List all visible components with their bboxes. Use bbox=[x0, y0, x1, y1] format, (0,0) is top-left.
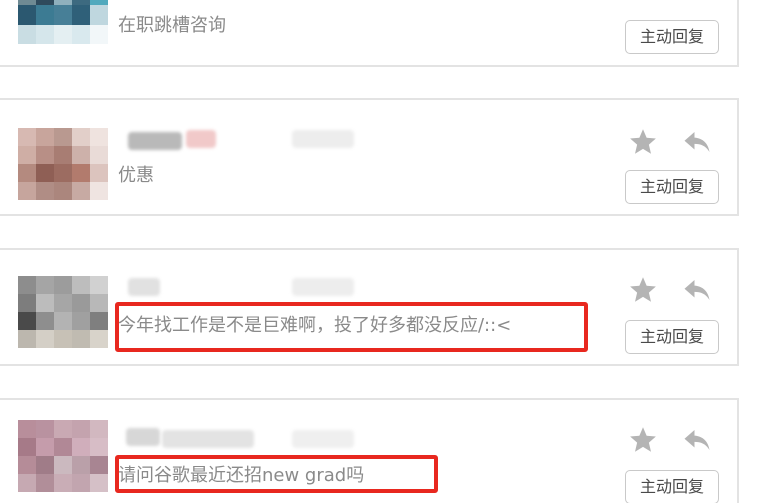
conversation-card[interactable]: 请问谷歌最近还招new grad吗 主动回复 bbox=[0, 398, 739, 503]
conversation-card[interactable]: 优惠 主动回复 bbox=[0, 98, 739, 216]
star-icon[interactable] bbox=[628, 127, 658, 157]
avatar bbox=[18, 276, 108, 348]
blurred-username bbox=[162, 430, 254, 448]
active-reply-button[interactable]: 主动回复 bbox=[625, 170, 719, 204]
active-reply-button[interactable]: 主动回复 bbox=[625, 470, 719, 503]
reply-arrow-icon[interactable] bbox=[681, 425, 713, 455]
avatar bbox=[18, 420, 108, 492]
blurred-username bbox=[186, 130, 216, 148]
avatar bbox=[18, 128, 108, 200]
message-text: 在职跳槽咨询 bbox=[118, 15, 226, 36]
star-icon[interactable] bbox=[628, 275, 658, 305]
blurred-username bbox=[128, 278, 160, 296]
star-icon[interactable] bbox=[628, 425, 658, 455]
message-text: 优惠 bbox=[118, 165, 154, 186]
reply-arrow-icon[interactable] bbox=[681, 275, 713, 305]
blurred-timestamp bbox=[292, 130, 354, 148]
blurred-timestamp bbox=[292, 278, 354, 296]
blurred-timestamp bbox=[292, 430, 354, 448]
blurred-username bbox=[126, 428, 160, 446]
message-text: 今年找工作是不是巨难啊，投了好多都没反应/::< bbox=[118, 315, 512, 336]
conversation-list: 在职跳槽咨询 主动回复 优惠 主动回复 今年找工作是不是巨难啊，投了好多都没反应… bbox=[0, 0, 771, 503]
conversation-card[interactable]: 今年找工作是不是巨难啊，投了好多都没反应/::< 主动回复 bbox=[0, 248, 739, 366]
blurred-username bbox=[128, 132, 182, 150]
reply-arrow-icon[interactable] bbox=[681, 127, 713, 157]
conversation-card[interactable]: 在职跳槽咨询 主动回复 bbox=[0, 0, 739, 67]
active-reply-button[interactable]: 主动回复 bbox=[625, 320, 719, 354]
message-text: 请问谷歌最近还招new grad吗 bbox=[118, 465, 365, 486]
active-reply-button[interactable]: 主动回复 bbox=[625, 20, 719, 54]
avatar bbox=[18, 0, 108, 44]
